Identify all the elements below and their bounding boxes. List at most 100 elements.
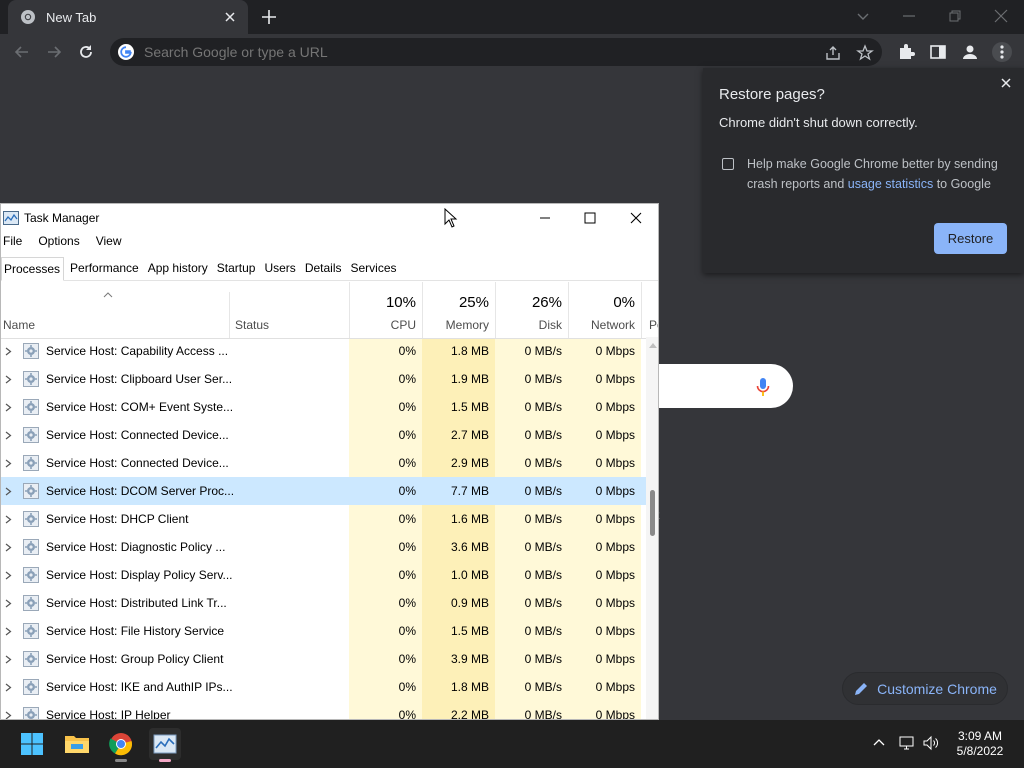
table-row[interactable]: Service Host: Capability Access ... 0% 1.8…: [1, 337, 646, 365]
expand-chevron-icon[interactable]: [5, 431, 12, 440]
process-name: Service Host: IKE and AuthIP IPs...: [46, 680, 233, 694]
column-memory[interactable]: 25% Memory: [422, 282, 495, 338]
scroll-up-arrow-icon[interactable]: [649, 343, 657, 348]
close-window-icon[interactable]: [991, 6, 1011, 26]
table-row[interactable]: Service Host: Connected Device... 0% 2.9 M…: [1, 449, 646, 477]
menu-view[interactable]: View: [94, 234, 124, 254]
table-row[interactable]: Service Host: File History Service 0% 1.5 …: [1, 617, 646, 645]
more-menu-icon[interactable]: [992, 42, 1012, 62]
file-explorer-icon[interactable]: [61, 728, 93, 760]
customize-chrome-button[interactable]: Customize Chrome: [842, 672, 1008, 705]
side-panel-icon[interactable]: [928, 42, 948, 62]
tab-details[interactable]: Details: [302, 257, 345, 281]
restore-button[interactable]: Restore: [934, 223, 1007, 254]
table-row[interactable]: Service Host: Connected Device... 0% 2.7 M…: [1, 421, 646, 449]
tm-close-icon[interactable]: [626, 208, 646, 228]
extensions-puzzle-icon[interactable]: [896, 42, 916, 62]
table-row[interactable]: Service Host: Distributed Link Tr... 0% 0.…: [1, 589, 646, 617]
expand-chevron-icon[interactable]: [5, 683, 12, 692]
table-row[interactable]: Service Host: COM+ Event Syste... 0% 1.5 M…: [1, 393, 646, 421]
tab-services[interactable]: Services: [348, 257, 400, 281]
menu-file[interactable]: File: [1, 234, 24, 254]
tm-minimize-icon[interactable]: [535, 208, 555, 228]
close-popup-icon[interactable]: [999, 76, 1013, 90]
process-name: Service Host: Connected Device...: [46, 428, 229, 442]
process-disk: 0 MB/s: [524, 400, 562, 414]
scrollbar-thumb[interactable]: [650, 490, 655, 536]
forward-arrow-icon[interactable]: [44, 42, 64, 62]
tm-maximize-icon[interactable]: [580, 208, 600, 228]
taskbar-clock[interactable]: 3:09 AM 5/8/2022: [948, 729, 1012, 759]
show-hidden-icons-chevron-icon[interactable]: [870, 734, 888, 752]
column-network[interactable]: 0% Network: [568, 282, 641, 338]
usage-statistics-link[interactable]: usage statistics: [848, 177, 933, 191]
volume-icon[interactable]: [922, 734, 940, 752]
column-status[interactable]: Status: [235, 318, 269, 332]
process-disk: 0 MB/s: [524, 652, 562, 666]
table-row[interactable]: Service Host: Diagnostic Policy ... 0% 3.6…: [1, 533, 646, 561]
expand-chevron-icon[interactable]: [5, 487, 12, 496]
omnibox-input[interactable]: [142, 43, 882, 61]
process-cpu: 0%: [398, 540, 416, 554]
column-name[interactable]: Name: [3, 318, 35, 332]
profile-avatar-icon[interactable]: [960, 42, 980, 62]
pencil-icon: [855, 682, 868, 695]
chrome-icon[interactable]: [105, 728, 137, 762]
omnibox[interactable]: [110, 38, 882, 66]
table-row[interactable]: Service Host: Clipboard User Ser... 0% 1.9…: [1, 365, 646, 393]
column-disk[interactable]: 26% Disk: [495, 282, 568, 338]
table-row[interactable]: Service Host: IKE and AuthIP IPs... 0% 1.8…: [1, 673, 646, 701]
tab-search-chevron-icon[interactable]: [853, 6, 873, 26]
task-manager-icon[interactable]: [149, 728, 181, 762]
restore-subtitle: Chrome didn't shut down correctly.: [719, 115, 918, 130]
expand-chevron-icon[interactable]: [5, 347, 12, 356]
expand-chevron-icon[interactable]: [5, 403, 12, 412]
column-power[interactable]: Po: [641, 282, 658, 338]
share-icon[interactable]: [824, 44, 842, 62]
table-row[interactable]: Service Host: DHCP Client 0% 1.6 MB 0 MB/s 0…: [1, 505, 646, 533]
bookmark-star-icon[interactable]: [856, 44, 874, 62]
tab-app-history[interactable]: App history: [145, 257, 211, 281]
process-cpu: 0%: [398, 344, 416, 358]
table-row[interactable]: Service Host: Group Policy Client 0% 3.9 M…: [1, 645, 646, 673]
tab-close-icon[interactable]: [222, 9, 238, 25]
service-gear-icon: [23, 399, 39, 415]
expand-chevron-icon[interactable]: [5, 515, 12, 524]
tab-users[interactable]: Users: [261, 257, 298, 281]
process-list-scrollbar[interactable]: [646, 337, 658, 719]
expand-chevron-icon[interactable]: [5, 711, 12, 719]
new-tab-plus-icon[interactable]: [260, 8, 278, 26]
task-manager-tabs: Processes Performance App history Startu…: [1, 257, 658, 281]
expand-chevron-icon[interactable]: [5, 627, 12, 636]
tab-new-tab[interactable]: New Tab: [8, 0, 248, 34]
customize-chrome-label: Customize Chrome: [877, 680, 997, 697]
clock-time: 3:09 AM: [957, 729, 1003, 743]
service-gear-icon: [23, 623, 39, 639]
network-icon[interactable]: [898, 734, 916, 752]
expand-chevron-icon[interactable]: [5, 375, 12, 384]
expand-chevron-icon[interactable]: [5, 655, 12, 664]
tab-performance[interactable]: Performance: [67, 257, 142, 281]
task-manager-titlebar[interactable]: Task Manager: [1, 204, 658, 232]
column-cpu[interactable]: 10% CPU: [349, 282, 422, 338]
network-label: Network: [590, 318, 635, 332]
expand-chevron-icon[interactable]: [5, 599, 12, 608]
crash-report-checkbox[interactable]: [722, 158, 734, 170]
restore-window-icon[interactable]: [945, 6, 965, 26]
table-row[interactable]: Service Host: Display Policy Serv... 0% 1.…: [1, 561, 646, 589]
voice-search-mic-icon[interactable]: [756, 377, 770, 397]
expand-chevron-icon[interactable]: [5, 571, 12, 580]
minimize-icon[interactable]: [899, 6, 919, 26]
sort-ascending-icon: [103, 292, 113, 298]
table-row[interactable]: Service Host: IP Helper 0% 2.2 MB 0 MB/s 0 M…: [1, 701, 646, 719]
reload-icon[interactable]: [76, 42, 96, 62]
mouse-cursor-icon: [444, 208, 458, 228]
menu-options[interactable]: Options: [36, 234, 81, 254]
expand-chevron-icon[interactable]: [5, 459, 12, 468]
back-arrow-icon[interactable]: [12, 42, 32, 62]
table-row[interactable]: Service Host: DCOM Server Proc... 0% 7.7 M…: [1, 477, 646, 505]
expand-chevron-icon[interactable]: [5, 543, 12, 552]
tab-startup[interactable]: Startup: [214, 257, 259, 281]
start-icon[interactable]: [16, 728, 48, 760]
tab-processes[interactable]: Processes: [1, 257, 65, 281]
